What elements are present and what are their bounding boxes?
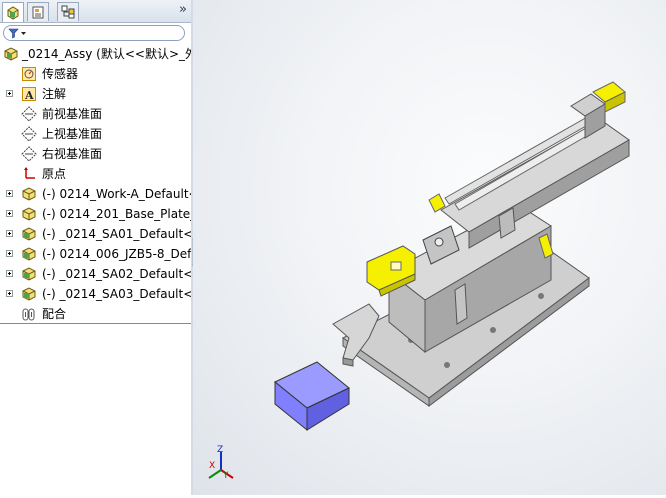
tree-item-label: 前视基准面 xyxy=(42,107,103,121)
tree-item-label: 配合 xyxy=(42,307,67,321)
feature-manager-panel: » _0214_Assy (默认<<默认>_外 传感器 A 注解 前视基准面 上… xyxy=(0,0,192,495)
filter-icon xyxy=(8,28,26,39)
tree-root-assembly[interactable]: _0214_Assy (默认<<默认>_外 xyxy=(0,44,191,64)
tree-item-label: (-) _0214_SA02_Default<1 xyxy=(42,267,191,281)
tree-item-origin[interactable]: 原点 xyxy=(0,164,191,184)
sensor-icon xyxy=(22,67,36,81)
graphics-viewport[interactable]: Z X Y xyxy=(193,0,666,495)
expand-toggle-icon[interactable] xyxy=(6,290,13,297)
assembly-icon xyxy=(7,5,19,20)
tree-item-label: (-) 0214_006_JZB5-8_Defa xyxy=(42,247,191,261)
tree-item-component[interactable]: (-) 0214_Work-A_Default< xyxy=(0,184,191,204)
plane-icon xyxy=(21,146,37,162)
part-icon xyxy=(22,207,36,221)
subassembly-icon xyxy=(22,287,36,301)
expand-toggle-icon[interactable] xyxy=(6,270,13,277)
property-manager-icon xyxy=(32,6,44,19)
expand-toggle-icon[interactable] xyxy=(6,230,13,237)
configuration-manager-icon xyxy=(61,5,75,19)
tree-item-label: (-) _0214_SA01_Default<1 xyxy=(42,227,191,241)
expand-toggle-icon[interactable] xyxy=(6,250,13,257)
coordinate-triad: Z X Y xyxy=(208,445,234,481)
panel-tab-bar: » xyxy=(0,0,191,23)
panel-divider xyxy=(0,323,191,324)
expand-toggle-icon[interactable] xyxy=(6,210,13,217)
tree-item-front-plane[interactable]: 前视基准面 xyxy=(0,104,191,124)
plane-icon xyxy=(21,106,37,122)
tree-item-label: 原点 xyxy=(42,167,67,181)
feature-manager-tab[interactable] xyxy=(2,2,24,22)
plane-icon xyxy=(21,126,37,142)
expand-toggle-icon[interactable] xyxy=(6,190,13,197)
tree-item-component[interactable]: (-) _0214_SA02_Default<1 xyxy=(0,264,191,284)
subassembly-icon xyxy=(22,247,36,261)
tree-item-annotations[interactable]: A 注解 xyxy=(0,84,191,104)
tree-item-component[interactable]: (-) 0214_006_JZB5-8_Defa xyxy=(0,244,191,264)
subassembly-icon xyxy=(22,227,36,241)
tree-item-label: (-) 0214_201_Base_Plate_D xyxy=(42,207,191,221)
tree-item-label: 传感器 xyxy=(42,67,79,81)
tree-item-label: 右视基准面 xyxy=(42,147,103,161)
property-manager-tab[interactable] xyxy=(27,2,49,21)
tree-root-label: _0214_Assy (默认<<默认>_外 xyxy=(22,47,191,61)
triad-y-label: Y xyxy=(222,471,229,481)
assembly-model: Z X Y xyxy=(208,81,630,481)
subassembly-icon xyxy=(22,267,36,281)
configuration-manager-tab[interactable] xyxy=(57,2,79,21)
expand-toggle-icon[interactable] xyxy=(6,90,13,97)
tree-item-top-plane[interactable]: 上视基准面 xyxy=(0,124,191,144)
tree-item-component[interactable]: (-) _0214_SA01_Default<1 xyxy=(0,224,191,244)
filter-bar xyxy=(0,23,191,43)
mates-icon xyxy=(22,308,35,321)
part-icon xyxy=(22,187,36,201)
filter-input[interactable] xyxy=(3,25,185,41)
triad-z-label: Z xyxy=(217,445,223,455)
tree-item-mates[interactable]: 配合 xyxy=(0,304,191,324)
tree-item-sensors[interactable]: 传感器 xyxy=(0,64,191,84)
annotation-icon: A xyxy=(22,87,36,102)
origin-icon xyxy=(24,167,35,179)
tree-item-label: 上视基准面 xyxy=(42,127,103,141)
tree-item-component[interactable]: (-) _0214_SA03_Default<1 xyxy=(0,284,191,304)
tree-item-label: (-) 0214_Work-A_Default< xyxy=(42,187,191,201)
assembly-icon xyxy=(4,47,18,61)
tree-item-label: (-) _0214_SA03_Default<1 xyxy=(42,287,191,301)
tree-item-right-plane[interactable]: 右视基准面 xyxy=(0,144,191,164)
workpiece-box xyxy=(274,361,350,432)
tree-item-component[interactable]: (-) 0214_201_Base_Plate_D xyxy=(0,204,191,224)
svg-text:A: A xyxy=(24,89,34,102)
tree-item-label: 注解 xyxy=(42,87,67,101)
triad-x-label: X xyxy=(209,461,215,471)
collapse-panel-chevron-icon[interactable]: » xyxy=(179,2,187,17)
